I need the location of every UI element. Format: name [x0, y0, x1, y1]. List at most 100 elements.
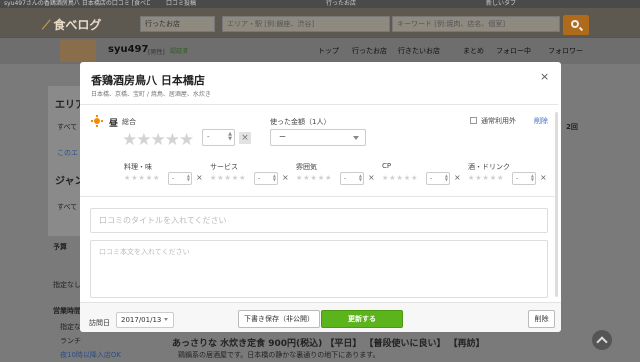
sun-ray	[96, 115, 98, 117]
sub-rating-label-cp: CP	[382, 162, 392, 170]
sub-rating-label-service: サービス	[210, 163, 238, 171]
sun-icon	[91, 115, 103, 127]
browser-tab-visited[interactable]: 行ったお店	[322, 0, 472, 8]
user-gender-tag: [男性]	[148, 49, 165, 56]
nav-top[interactable]: トップ	[318, 46, 339, 56]
taste-star-rating[interactable]: ★★★★★	[124, 174, 160, 182]
drink-rating-stepper[interactable]: - ▲ ▼	[512, 172, 536, 185]
sidebar-link-area[interactable]: このエ	[57, 148, 78, 158]
clear-atmosphere-icon[interactable]: ×	[368, 173, 375, 182]
avatar[interactable]	[60, 40, 96, 62]
clear-cp-icon[interactable]: ×	[454, 173, 461, 182]
drink-rating-value: -	[516, 175, 519, 182]
browser-tab-post[interactable]: 口コミ投稿	[162, 0, 312, 8]
chevron-down-icon	[353, 136, 359, 140]
sun-ray	[96, 125, 98, 127]
delete-button[interactable]: 削除	[528, 310, 555, 328]
hours-heading: 営業時間	[53, 307, 81, 315]
sidebar-item-all-genre[interactable]: すべて	[57, 202, 77, 212]
nav-want[interactable]: 行きたいお店	[398, 46, 440, 56]
spinner-arrows-icon: ▲ ▼	[358, 173, 362, 182]
usual-use-label: 通常利用外	[481, 117, 516, 125]
scroll-to-top-button[interactable]	[592, 330, 612, 350]
spinner-arrows-icon: ▲ ▼	[186, 173, 190, 182]
bg-review-title[interactable]: あっさりな 水炊き定食 900円(税込) 【平日】 【普段使いに良い】 【再訪】	[172, 336, 485, 349]
search-icon	[571, 20, 579, 28]
nav-visited[interactable]: 行ったお店	[352, 46, 387, 56]
clear-service-icon[interactable]: ×	[282, 173, 289, 182]
atmosphere-rating-stepper[interactable]: - ▲ ▼	[340, 172, 364, 185]
price-label: 使った金額（1人）	[270, 118, 331, 126]
taste-rating-value: -	[172, 175, 175, 182]
restaurant-name: 香鶏酒房鳥八 日本橋店	[91, 74, 205, 87]
divider	[80, 104, 558, 105]
overall-star-rating[interactable]: ★★★★★	[122, 130, 194, 150]
fork-icon: ⟋	[42, 18, 51, 32]
drink-star-rating[interactable]: ★★★★★	[468, 174, 504, 182]
keyword-search-input[interactable]: キーワード [例:焼肉、店名、個室]	[392, 16, 560, 32]
cp-star-rating[interactable]: ★★★★★	[382, 174, 418, 182]
clear-taste-icon[interactable]: ×	[196, 173, 203, 182]
nav-following[interactable]: フォロー中	[496, 46, 531, 56]
tabelog-logo[interactable]: ⟋ 食べログ	[42, 16, 101, 33]
atmosphere-star-rating[interactable]: ★★★★★	[296, 174, 332, 182]
modal-scrollbar[interactable]	[555, 112, 558, 297]
taste-rating-stepper[interactable]: - ▲ ▼	[168, 172, 192, 185]
username[interactable]: syu497	[108, 44, 148, 55]
budget-heading: 予算	[53, 243, 67, 251]
service-star-rating[interactable]: ★★★★★	[210, 174, 246, 182]
browser-tab-review[interactable]: syu497さんの香鶏酒房鳥八 日本橋店の口コミ [食べログ]	[0, 0, 150, 8]
service-rating-stepper[interactable]: - ▲ ▼	[254, 172, 278, 185]
close-icon[interactable]: ×	[540, 70, 549, 83]
price-select[interactable]: ー	[270, 129, 366, 146]
visit-date-select[interactable]: 2017/01/13	[116, 312, 174, 328]
nav-followers[interactable]: フォロワー	[548, 46, 583, 56]
price-value: ー	[279, 133, 286, 141]
update-button[interactable]: 更新する	[321, 310, 403, 328]
browser-tab-new[interactable]: 新しいタブ	[482, 0, 632, 8]
sun-ray	[101, 120, 103, 122]
hours-late-option[interactable]: 夜10時以降入店OK	[60, 350, 121, 360]
spinner-arrows-icon: ▲ ▼	[228, 131, 232, 142]
divider	[80, 196, 558, 197]
bg-review-snippet: 鶏鍋系の居酒屋です。日本橋の静かな裏通りの地下にあります。	[178, 351, 380, 359]
save-draft-button[interactable]: 下書き保存（非公開）	[238, 310, 320, 328]
review-edit-modal: 香鶏酒房鳥八 日本橋店 日本橋、京橋、宝町 / 焼鳥、居酒屋、水炊き × 昼 総…	[80, 62, 561, 332]
area-search-input[interactable]: エリア・駅 [例:銀座、渋谷]	[222, 16, 390, 32]
budget-none-option[interactable]: 指定なし	[53, 280, 81, 290]
review-body-textarea[interactable]: 口コミ本文を入れてください	[90, 240, 548, 298]
clear-drink-icon[interactable]: ×	[540, 173, 547, 182]
overall-rating-value: -	[207, 133, 210, 141]
sun-core	[94, 118, 100, 124]
sidebar-item-all-area[interactable]: すべて	[57, 122, 77, 132]
browser-tab-bar: syu497さんの香鶏酒房鳥八 日本橋店の口コミ [食べログ] 口コミ投稿 行っ…	[0, 0, 640, 8]
sub-rating-label-taste: 料理・味	[124, 163, 152, 171]
lunch-label: 昼	[109, 119, 119, 129]
overall-rating-stepper[interactable]: - ▲ ▼	[202, 129, 235, 146]
review-title-input[interactable]: 口コミのタイトルを入れてください	[90, 208, 548, 233]
sub-rating-label-drink: 酒・ドリンク	[468, 163, 510, 171]
restaurant-area-genre: 日本橋、京橋、宝町 / 焼鳥、居酒屋、水炊き	[91, 91, 211, 98]
cp-rating-value: -	[430, 175, 433, 182]
visit-date-label: 訪問日	[89, 319, 110, 327]
user-bar: syu497 [男性] 認証済 トップ 行ったお店 行きたいお店 まとめ フォロ…	[0, 38, 640, 64]
nav-summary[interactable]: まとめ	[463, 46, 484, 56]
visit-date-value: 2017/01/13	[121, 316, 162, 324]
area-type-select[interactable]: 行ったお店	[140, 16, 215, 32]
logo-text: 食べログ	[53, 18, 102, 32]
search-button[interactable]	[563, 15, 589, 35]
hours-lunch-option[interactable]: ランチ	[60, 336, 81, 346]
delete-lunch-link[interactable]: 削除	[534, 116, 548, 126]
overall-rating-label: 総合	[122, 118, 136, 126]
atmosphere-rating-value: -	[344, 175, 347, 182]
site-header: ⟋ 食べログ 行ったお店 エリア・駅 [例:銀座、渋谷] キーワード [例:焼肉、…	[0, 8, 640, 38]
sun-ray	[91, 120, 93, 122]
sub-rating-label-atmosphere: 雰囲気	[296, 163, 317, 171]
verified-badge: 認証済	[170, 48, 189, 55]
spinner-arrows-icon: ▲ ▼	[530, 173, 534, 182]
clear-overall-icon[interactable]: ×	[239, 132, 251, 144]
cp-rating-stepper[interactable]: - ▲ ▼	[426, 172, 450, 185]
spinner-arrows-icon: ▲ ▼	[444, 173, 448, 182]
usual-use-checkbox[interactable]	[470, 117, 477, 124]
visit-count: 2回	[566, 123, 578, 131]
